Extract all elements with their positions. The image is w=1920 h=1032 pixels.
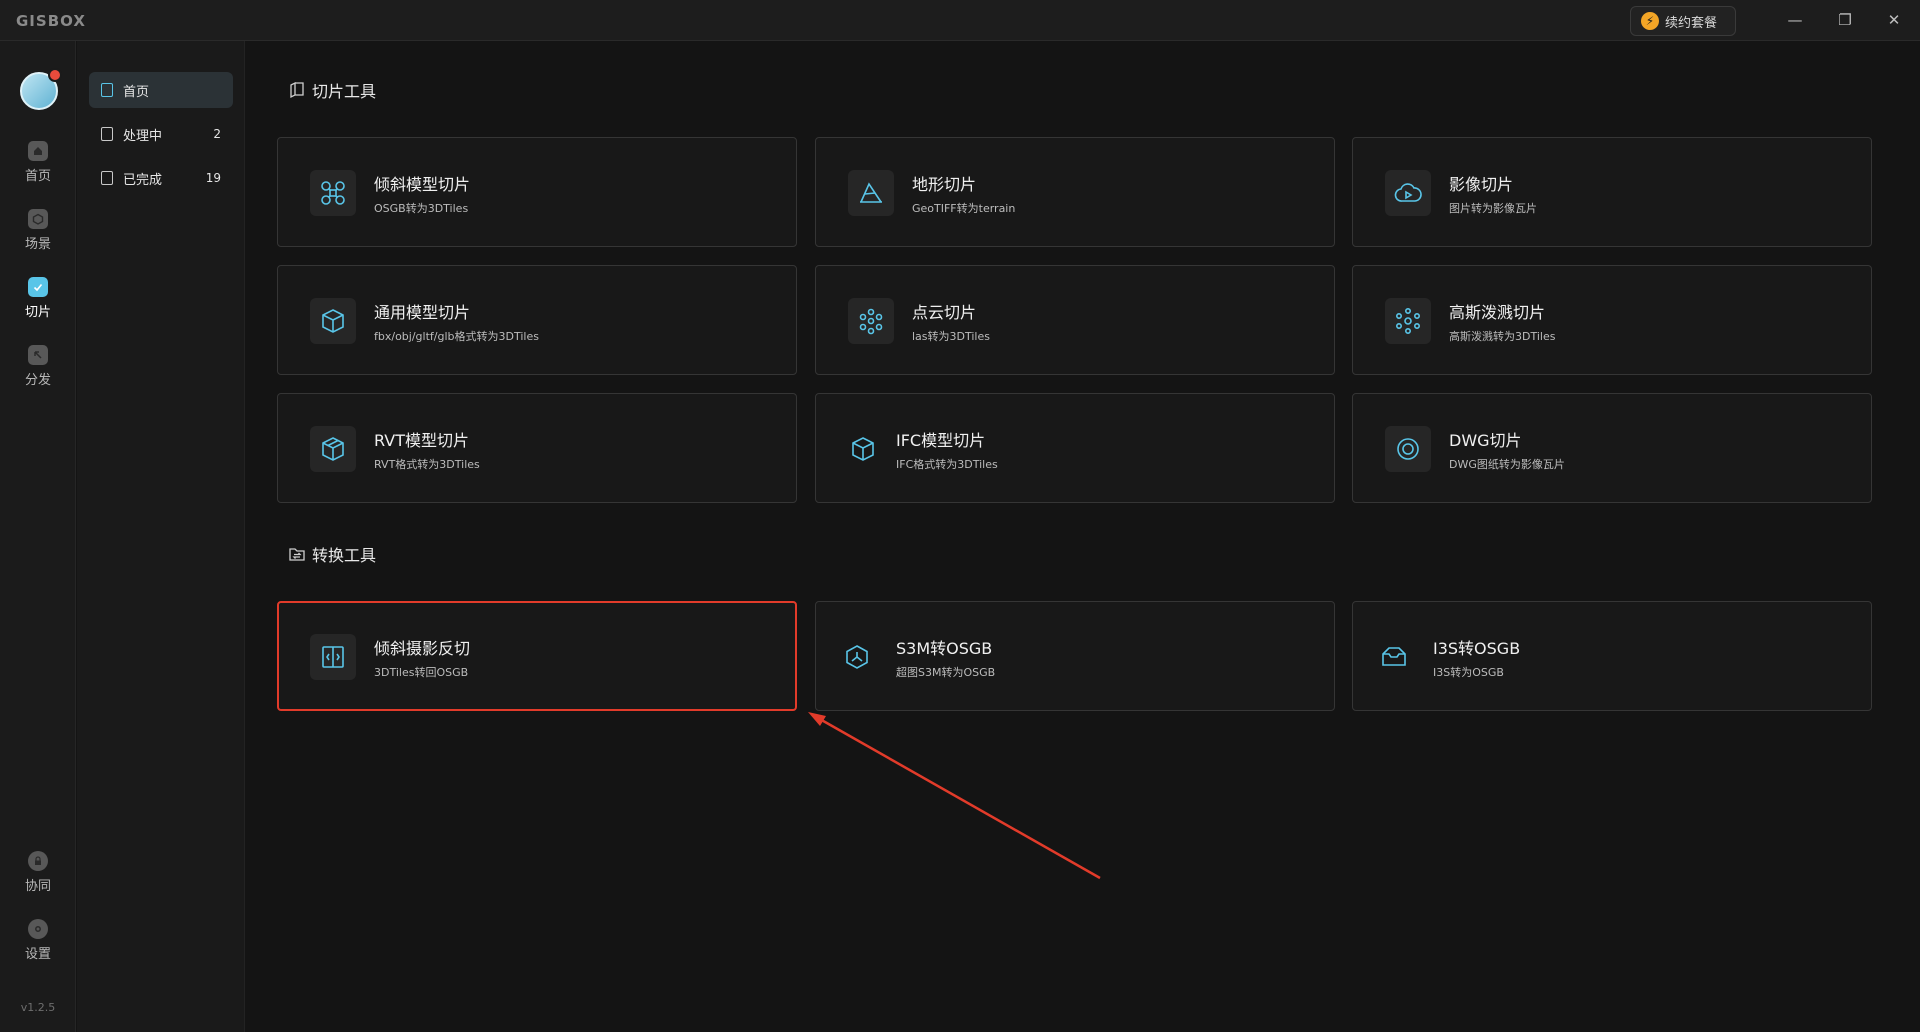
- slice-icon: [28, 277, 48, 297]
- cube-icon: [310, 298, 356, 344]
- home-icon: [28, 141, 48, 161]
- rail-item-slice[interactable]: 切片: [0, 277, 76, 320]
- card-rvt-model-slice[interactable]: RVT模型切片 RVT格式转为3DTiles: [277, 393, 797, 503]
- card-title: 倾斜模型切片: [374, 175, 471, 194]
- card-desc: IFC格式转为3DTiles: [896, 458, 998, 471]
- reverse-icon: [310, 634, 356, 680]
- card-general-model-slice[interactable]: 通用模型切片 fbx/obj/gltf/glb格式转为3DTiles: [277, 265, 797, 375]
- card-desc: 高斯泼溅转为3DTiles: [1449, 330, 1556, 343]
- section-title-convert-tools: 转换工具: [288, 542, 376, 566]
- card-image-slice[interactable]: 影像切片 图片转为影像瓦片: [1352, 137, 1872, 247]
- card-title: 高斯泼溅切片: [1449, 303, 1546, 322]
- card-title: DWG切片: [1449, 431, 1522, 450]
- rail-item-label: 设置: [24, 947, 51, 962]
- app-logo: GISBOX: [16, 12, 86, 30]
- subnav-item-home[interactable]: 首页: [89, 72, 233, 108]
- card-dwg-slice[interactable]: DWG切片 DWG图纸转为影像瓦片: [1352, 393, 1872, 503]
- card-title: 倾斜摄影反切: [374, 639, 471, 658]
- subnav-item-completed[interactable]: 已完成 19: [89, 160, 233, 196]
- settings-icon: [28, 919, 48, 939]
- s3m-icon: [834, 634, 880, 680]
- subnav-label: 首页: [123, 84, 150, 100]
- document-icon: [101, 83, 113, 97]
- rail-item-label: 首页: [24, 169, 51, 184]
- dwg-icon: [1385, 426, 1431, 472]
- rail-item-label: 分发: [24, 373, 51, 388]
- subnav-item-processing[interactable]: 处理中 2: [89, 116, 233, 152]
- processing-count: 2: [213, 127, 221, 141]
- title-bar: GISBOX ⚡ 续约套餐 — ❐ ✕: [0, 0, 1920, 41]
- subnav-label: 处理中: [123, 128, 163, 144]
- document-icon: [101, 171, 113, 185]
- i3s-icon: [1371, 634, 1417, 680]
- card-title: 影像切片: [1449, 175, 1514, 194]
- card-i3s-to-osgb[interactable]: I3S转OSGB I3S转为OSGB: [1352, 601, 1872, 711]
- card-desc: RVT格式转为3DTiles: [374, 458, 480, 471]
- gaussian-icon: [1385, 298, 1431, 344]
- card-desc: 超图S3M转为OSGB: [896, 666, 996, 679]
- rail-item-scene[interactable]: 场景: [0, 209, 76, 252]
- card-terrain-slice[interactable]: 地形切片 GeoTIFF转为terrain: [815, 137, 1335, 247]
- card-desc: fbx/obj/gltf/glb格式转为3DTiles: [374, 330, 539, 343]
- rail-item-distribute[interactable]: 分发: [0, 345, 76, 388]
- distribute-icon: [28, 345, 48, 365]
- rvt-icon: [310, 426, 356, 472]
- card-title: IFC模型切片: [896, 431, 986, 450]
- card-ifc-model-slice[interactable]: IFC模型切片 IFC格式转为3DTiles: [815, 393, 1335, 503]
- card-desc: OSGB转为3DTiles: [374, 202, 469, 215]
- card-title: 地形切片: [912, 175, 977, 194]
- card-title: 通用模型切片: [374, 303, 471, 322]
- section-title-text: 切片工具: [312, 82, 377, 101]
- image-cloud-icon: [1385, 170, 1431, 216]
- lightning-icon: ⚡: [1641, 12, 1659, 30]
- card-s3m-to-osgb[interactable]: S3M转OSGB 超图S3M转为OSGB: [815, 601, 1335, 711]
- document-icon: [101, 127, 113, 141]
- card-desc: I3S转为OSGB: [1433, 666, 1504, 679]
- card-title: I3S转OSGB: [1433, 639, 1521, 658]
- close-button[interactable]: ✕: [1881, 8, 1907, 32]
- scene-icon: [28, 209, 48, 229]
- card-oblique-reverse-slice[interactable]: 倾斜摄影反切 3DTiles转回OSGB: [277, 601, 797, 711]
- card-title: 点云切片: [912, 303, 977, 322]
- restore-button[interactable]: ❐: [1832, 8, 1858, 32]
- card-desc: 3DTiles转回OSGB: [374, 666, 469, 679]
- secondary-nav: 首页 处理中 2 已完成 19: [77, 41, 245, 1032]
- section-title-slice-tools: 切片工具: [288, 78, 376, 102]
- card-title: S3M转OSGB: [896, 639, 993, 658]
- card-desc: las转为3DTiles: [912, 330, 990, 343]
- rail-item-label: 切片: [24, 305, 51, 320]
- card-desc: GeoTIFF转为terrain: [912, 202, 1016, 215]
- icon-rail: 首页 场景 切片 分发 协同 设置 v1.2.5: [0, 41, 76, 1032]
- card-gaussian-splat-slice[interactable]: 高斯泼溅切片 高斯泼溅转为3DTiles: [1352, 265, 1872, 375]
- subnav-label: 已完成: [123, 172, 163, 188]
- notification-badge: [48, 68, 62, 82]
- card-oblique-model-slice[interactable]: 倾斜模型切片 OSGB转为3DTiles: [277, 137, 797, 247]
- ifc-icon: [840, 426, 886, 472]
- rail-item-settings[interactable]: 设置: [0, 919, 76, 962]
- rail-item-label: 场景: [24, 237, 51, 252]
- card-desc: DWG图纸转为影像瓦片: [1449, 458, 1565, 471]
- card-title: RVT模型切片: [374, 431, 469, 450]
- completed-count: 19: [205, 171, 221, 185]
- folder-swap-icon: [289, 548, 305, 561]
- minimize-button[interactable]: —: [1782, 8, 1808, 32]
- card-point-cloud-slice[interactable]: 点云切片 las转为3DTiles: [815, 265, 1335, 375]
- terrain-icon: [848, 170, 894, 216]
- card-desc: 图片转为影像瓦片: [1449, 202, 1537, 215]
- rail-item-home[interactable]: 首页: [0, 141, 76, 184]
- version-label: v1.2.5: [20, 1001, 56, 1014]
- drone-icon: [310, 170, 356, 216]
- rail-item-collaborate[interactable]: 协同: [0, 851, 76, 894]
- lock-icon: [28, 851, 48, 871]
- renew-plan-button[interactable]: ⚡ 续约套餐: [1630, 6, 1736, 36]
- rail-item-label: 协同: [24, 879, 51, 894]
- map-book-icon: [290, 81, 304, 99]
- section-title-text: 转换工具: [312, 546, 377, 565]
- point-cloud-icon: [848, 298, 894, 344]
- renew-plan-label: 续约套餐: [1665, 15, 1718, 31]
